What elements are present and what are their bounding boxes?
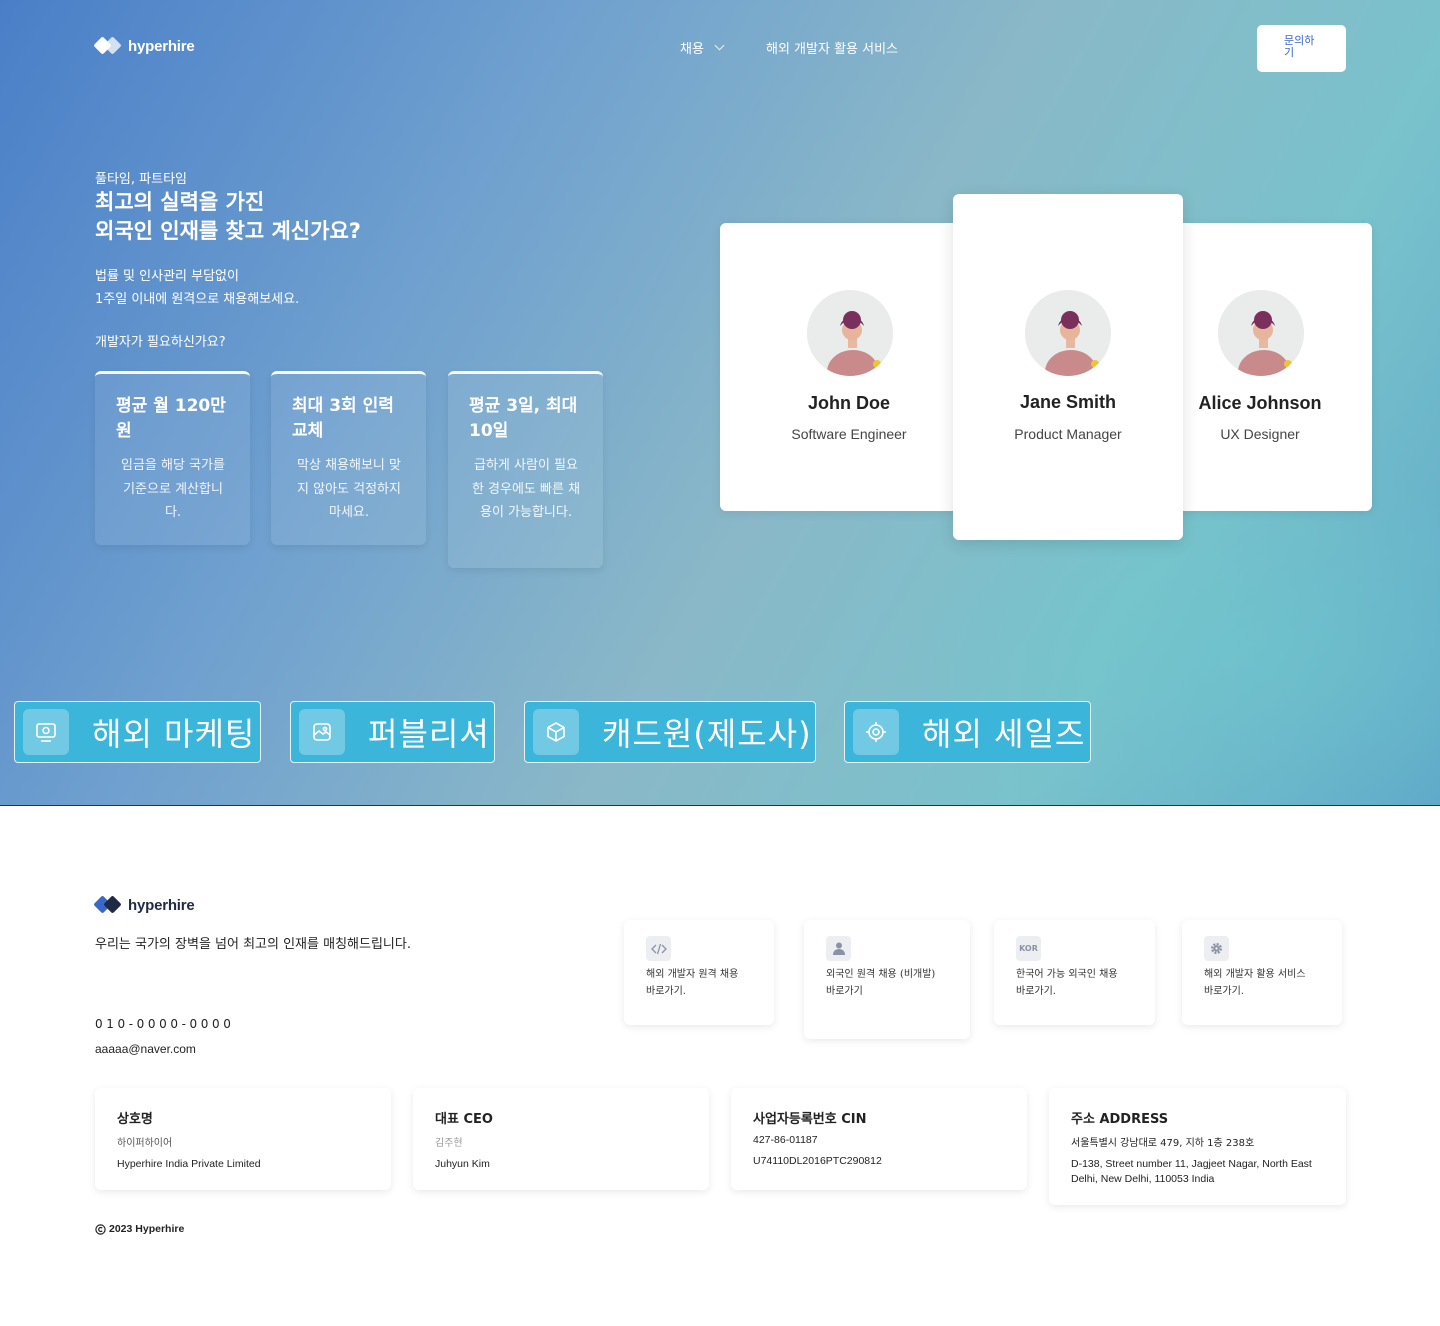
chip-label: 해외 마케팅 (92, 715, 256, 753)
profile-card-jane[interactable]: Jane Smith Product Manager (953, 194, 1183, 540)
avatar (1025, 290, 1111, 376)
contact-button-label: 문의하기 (1284, 34, 1315, 59)
avatar (1218, 290, 1304, 376)
service-card-korean-speaker[interactable]: KOR 한국어 가능 외국인 채용 바로가기. (994, 920, 1155, 1025)
info-korean: 427-86-01187 (753, 1134, 818, 1146)
stat-desc: 막상 채용해보니 맞지 않아도 걱정하지 마세요. (297, 458, 401, 520)
logo-text: hyperhire (128, 37, 195, 55)
service-card-remote-nondev[interactable]: 외국인 원격 채용 (비개발) 바로가기 (804, 920, 970, 1039)
profile-role: Software Engineer (791, 426, 907, 442)
stat-title: 평균 3일, 최대 10일 (469, 396, 578, 441)
footer-phone: 010-0000-0000 (95, 1017, 235, 1031)
hero-section: hyperhire 채용 해외 개발자 활용 서비스 문의하기 풀타임, 파트타… (0, 0, 1440, 806)
chip-label: 퍼블리셔 (368, 715, 490, 753)
service-link[interactable]: 바로가기. (1204, 984, 1320, 999)
nav-overseas-dev-service[interactable]: 해외 개발자 활용 서비스 (766, 38, 898, 57)
info-title: 상호명 (117, 1112, 153, 1127)
stat-card-replacement: 최대 3회 인력교체 막상 채용해보니 맞지 않아도 걱정하지 마세요. (271, 371, 426, 545)
profile-name: Alice Johnson (1198, 393, 1322, 413)
service-card-remote-dev[interactable]: 해외 개발자 원격 채용 바로가기. (624, 920, 774, 1025)
chip-label: 캐드원(제도사) (602, 715, 812, 753)
header-logo[interactable]: hyperhire (93, 36, 195, 55)
profile-name: John Doe (807, 393, 890, 413)
hero-desc-line1: 법률 및 인사관리 부담없이 (95, 269, 239, 284)
marketing-icon (23, 709, 69, 755)
stat-desc: 급하게 사람이 필요한 경우에도 빠른 채용이 가능합니다. (471, 458, 581, 520)
hero-title-line1: 최고의 실력을 가진 (95, 190, 265, 214)
nav-hiring[interactable]: 채용 (680, 38, 725, 57)
category-chip-sales[interactable]: 해외 세일즈 (844, 701, 1091, 763)
person-icon (826, 936, 851, 961)
stat-desc: 임금을 해당 국가를 기준으로 계산합니다. (121, 458, 225, 520)
info-title: 주소 ADDRESS (1071, 1112, 1169, 1127)
info-card-cin: 사업자등록번호 CIN 427-86-01187 U74110DL2016PTC… (731, 1088, 1027, 1190)
nav-hiring-label: 채용 (680, 42, 704, 57)
hero-question: 개발자가 필요하신가요? (95, 335, 226, 350)
logo-text: hyperhire (128, 896, 195, 914)
stat-card-speed: 평균 3일, 최대 10일 급하게 사람이 필요한 경우에도 빠른 채용이 가능… (448, 371, 603, 568)
gear-icon (1204, 936, 1229, 961)
copyright: 2023 Hyperhire (95, 1223, 184, 1235)
service-link[interactable]: 바로가기. (646, 984, 752, 999)
contact-button[interactable]: 문의하기 (1257, 25, 1346, 72)
service-label: 외국인 원격 채용 (비개발) (826, 969, 936, 980)
info-english: D-138, Street number 11, Jagjeet Nagar, … (1071, 1158, 1312, 1185)
info-korean: 서울특별시 강남대로 479, 지하 1층 238호 (1071, 1138, 1255, 1149)
footer-email[interactable]: aaaaa@naver.com (95, 1042, 196, 1056)
profile-name: Jane Smith (1019, 392, 1117, 412)
info-card-company: 상호명 하이퍼하이어 Hyperhire India Private Limit… (95, 1088, 391, 1190)
image-icon (299, 709, 345, 755)
hero-description: 법률 및 인사관리 부담없이 1주일 이내에 원격으로 채용해보세요. (95, 265, 299, 311)
profile-card-john[interactable]: John Doe Software Engineer (720, 223, 970, 511)
service-label: 해외 개발자 원격 채용 (646, 969, 739, 980)
stat-title: 평균 월 120만원 (116, 396, 226, 441)
target-icon (853, 709, 899, 755)
service-link[interactable]: 바로가기. (1016, 984, 1133, 999)
service-label: 한국어 가능 외국인 채용 (1016, 969, 1118, 980)
info-card-ceo: 대표 CEO 김주현 Juhyun Kim (413, 1088, 709, 1190)
hero-eyebrow: 풀타임, 파트타임 (95, 172, 187, 187)
service-card-dev-utilization[interactable]: 해외 개발자 활용 서비스 바로가기. (1182, 920, 1342, 1025)
info-english: Juhyun Kim (435, 1158, 490, 1170)
info-card-address: 주소 ADDRESS 서울특별시 강남대로 479, 지하 1층 238호 D-… (1049, 1088, 1346, 1205)
info-title: 대표 CEO (435, 1112, 493, 1127)
service-link[interactable]: 바로가기 (826, 984, 948, 999)
info-english: Hyperhire India Private Limited (117, 1158, 261, 1170)
logo-mark-icon (93, 895, 123, 914)
info-title: 사업자등록번호 CIN (753, 1112, 867, 1127)
footer-logo[interactable]: hyperhire (93, 895, 195, 914)
code-icon (646, 936, 671, 961)
box-icon (533, 709, 579, 755)
service-label: 해외 개발자 활용 서비스 (1204, 969, 1306, 980)
hero-title-line2: 외국인 인재를 찾고 계신가요? (95, 219, 361, 243)
stat-card-salary: 평균 월 120만원 임금을 해당 국가를 기준으로 계산합니다. (95, 371, 250, 545)
hero-desc-line2: 1주일 이내에 원격으로 채용해보세요. (95, 292, 300, 307)
profile-role: Product Manager (1014, 426, 1122, 442)
hero-title: 최고의 실력을 가진 외국인 인재를 찾고 계신가요? (95, 188, 361, 246)
info-english: U74110DL2016PTC290812 (753, 1155, 882, 1167)
profile-role: UX Designer (1220, 426, 1300, 442)
footer-tagline: 우리는 국가의 장벽을 넘어 최고의 인재를 매칭해드립니다. (95, 937, 411, 952)
info-korean: 하이퍼하이어 (117, 1138, 173, 1149)
chevron-down-icon (714, 40, 725, 51)
avatar (807, 290, 893, 376)
stat-title: 최대 3회 인력교체 (292, 396, 394, 441)
logo-mark-icon (93, 36, 123, 55)
nav-overseas-dev-label: 해외 개발자 활용 서비스 (766, 42, 898, 57)
chip-label: 해외 세일즈 (922, 715, 1086, 753)
category-chip-cad[interactable]: 캐드원(제도사) (524, 701, 816, 763)
category-chip-marketing[interactable]: 해외 마케팅 (14, 701, 261, 763)
info-korean: 김주현 (435, 1138, 463, 1149)
category-chip-publisher[interactable]: 퍼블리셔 (290, 701, 495, 763)
copyright-icon (95, 1223, 106, 1235)
kor-badge-icon: KOR (1016, 936, 1041, 961)
copyright-text: 2023 Hyperhire (109, 1223, 185, 1235)
